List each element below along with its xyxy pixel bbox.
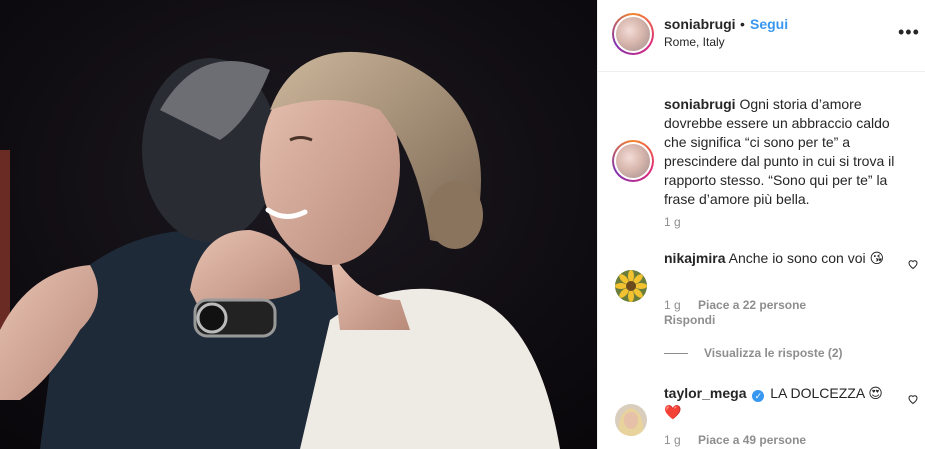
- comment-nikajmira: nikajmira Anche io sono con voi 😘: [664, 249, 900, 268]
- comment-text: Anche io sono con voi 😘: [728, 250, 885, 266]
- post-location[interactable]: Rome, Italy: [664, 35, 725, 49]
- replies-divider: [664, 353, 688, 355]
- comment-time[interactable]: 1 g: [664, 298, 681, 312]
- comment-likes[interactable]: Piace a 22 persone: [698, 298, 806, 312]
- comment-likes[interactable]: Piace a 49 persone: [698, 433, 806, 447]
- comment-meta: 1 g Piace a 22 persone: [664, 298, 806, 312]
- separator-dot: •: [740, 16, 745, 32]
- owner-username[interactable]: soniabrugi: [664, 16, 736, 32]
- comment-username[interactable]: nikajmira: [664, 250, 725, 266]
- blonde-avatar-icon[interactable]: [615, 404, 647, 436]
- caption-avatar[interactable]: [612, 140, 654, 182]
- post-photo[interactable]: [0, 0, 597, 449]
- caption-time[interactable]: 1 g: [664, 215, 681, 229]
- embrace-photo: [0, 0, 597, 449]
- reply-button[interactable]: Rispondi: [664, 313, 715, 327]
- verified-badge-icon: ✓: [752, 390, 765, 402]
- comment-username[interactable]: taylor_mega: [664, 385, 746, 401]
- caption: soniabrugi Ogni storia d’amore dovrebbe …: [664, 95, 914, 209]
- comment-meta: 1 g Piace a 49 persone: [664, 433, 806, 447]
- like-comment-heart-icon[interactable]: [907, 393, 919, 405]
- caption-username[interactable]: soniabrugi: [664, 96, 736, 112]
- view-replies-button[interactable]: Visualizza le risposte (2): [664, 346, 843, 360]
- post-sidebar: soniabrugi • Segui Rome, Italy ••• sonia…: [597, 0, 925, 449]
- post-header: soniabrugi • Segui Rome, Italy •••: [598, 0, 925, 72]
- comment-time[interactable]: 1 g: [664, 433, 681, 447]
- caption-text: Ogni storia d’amore dovrebbe essere un a…: [664, 96, 895, 207]
- more-options-icon[interactable]: •••: [898, 22, 920, 43]
- like-comment-heart-icon[interactable]: [907, 258, 919, 270]
- sunflower-avatar-icon[interactable]: [615, 270, 647, 302]
- owner-avatar[interactable]: [612, 13, 654, 55]
- view-replies-label: Visualizza le risposte (2): [704, 346, 843, 360]
- follow-button[interactable]: Segui: [750, 16, 788, 32]
- comment-taylor-mega: taylor_mega ✓ LA DOLCEZZA 😍 ❤️: [664, 384, 900, 422]
